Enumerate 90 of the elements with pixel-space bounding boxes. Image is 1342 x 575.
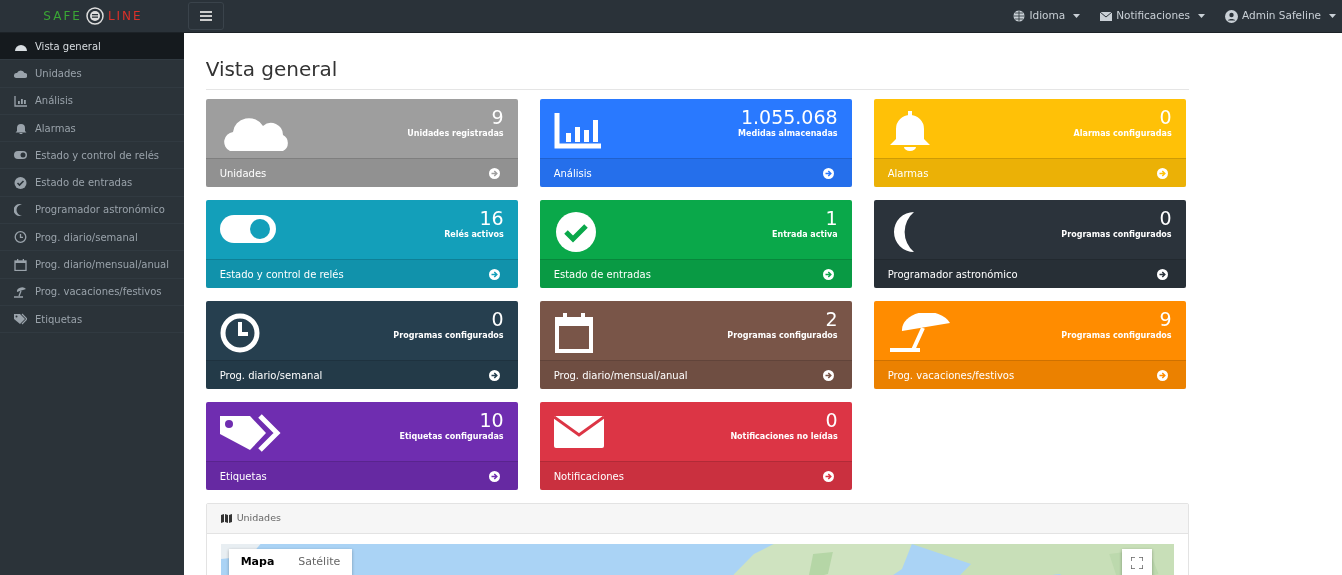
card-link[interactable]: Análisis [539, 158, 852, 187]
map-icon [220, 514, 232, 523]
fullscreen-icon [1131, 557, 1143, 569]
umbrella-icon [14, 285, 27, 298]
sidebar-item[interactable]: Análisis [0, 87, 184, 115]
card-link[interactable]: Prog. vacaciones/festivos [873, 360, 1186, 389]
stat-caption: Programas configurados [727, 329, 838, 342]
stat-caption: Medidas almacenadas [738, 127, 838, 140]
arrow-circle-icon [822, 470, 834, 482]
tags-icon [14, 313, 27, 326]
check-circle-icon [14, 176, 27, 189]
sidebar-item[interactable]: Etiquetas [0, 305, 184, 334]
stat-value: 10 [478, 410, 504, 431]
sidebar-item[interactable]: Estado de entradas [0, 169, 184, 197]
arrow-circle-icon [1156, 369, 1168, 381]
dropdown-menu-button[interactable]: Idioma [1007, 8, 1087, 24]
stat-value: 0 [1158, 107, 1172, 128]
arrow-circle-icon [488, 167, 500, 179]
map-type-tab[interactable]: Mapa [228, 549, 287, 575]
stat-value: 9 [490, 107, 504, 128]
bar-chart-icon [553, 111, 604, 151]
sidebar-item[interactable]: Estado y control de relés [0, 142, 184, 170]
sidebar-item[interactable]: Prog. diario/mensual/anual [0, 251, 184, 279]
card-link[interactable]: Etiquetas [205, 461, 518, 490]
clock-icon [14, 231, 27, 244]
caret-icon [1329, 14, 1336, 18]
card-link[interactable]: Prog. diario/mensual/anual [539, 360, 852, 389]
stat-value: 1.055.068 [739, 107, 838, 128]
card-link[interactable]: Estado de entradas [539, 259, 852, 288]
arrow-circle-icon [1156, 268, 1168, 280]
user-icon [1225, 9, 1238, 23]
stat-value: 0 [490, 309, 504, 330]
sidebar-item[interactable]: Unidades [0, 60, 184, 88]
envelope-icon [1100, 11, 1113, 21]
toggle-icon [14, 149, 27, 162]
map-type-tab[interactable]: Satélite [286, 549, 353, 575]
stat-value: 2 [824, 309, 838, 330]
globe-icon [1013, 10, 1026, 22]
card-link[interactable]: Notificaciones [539, 461, 852, 490]
caret-icon [1198, 14, 1205, 18]
arrow-circle-icon [822, 369, 834, 381]
panel-title: Unidades [236, 511, 281, 526]
stat-value: 1 [824, 208, 838, 229]
toggle-icon [219, 212, 278, 246]
stat-caption: Relés activos [444, 228, 504, 241]
sidebar-item[interactable]: Alarmas [0, 114, 184, 143]
card-link[interactable]: Prog. diario/semanal [205, 360, 518, 389]
sidebar-item[interactable]: Prog. vacaciones/festivos [0, 278, 184, 306]
stat-value: 9 [1158, 309, 1172, 330]
brand-text: LINE [107, 8, 143, 25]
check-circle-icon [553, 212, 598, 252]
stat-caption: Programas configurados [1061, 329, 1172, 342]
arrow-circle-icon [822, 167, 834, 179]
sidebar-item[interactable]: Vista general [0, 33, 184, 61]
bell-icon [14, 122, 27, 135]
card-link[interactable]: Estado y control de relés [205, 259, 518, 288]
sidebar-item[interactable]: Prog. diario/semanal [0, 224, 184, 252]
stat-caption: Programas configurados [1061, 228, 1172, 241]
envelope-icon [553, 414, 604, 450]
page-title: Vista general [205, 57, 1189, 90]
chart-icon [14, 94, 27, 107]
menu-button[interactable] [188, 2, 224, 30]
arrow-circle-icon [1156, 167, 1168, 179]
arrow-circle-icon [488, 369, 500, 381]
stat-caption: Alarmas configuradas [1073, 127, 1172, 140]
stat-value: 0 [824, 410, 838, 431]
stat-caption: Unidades registradas [407, 127, 504, 140]
stat-caption: Etiquetas configuradas [399, 430, 504, 443]
fullscreen-button[interactable] [1122, 549, 1152, 575]
stat-value: 0 [1158, 208, 1172, 229]
arrow-circle-icon [488, 268, 500, 280]
dropdown-menu-button[interactable]: Admin Safeline [1219, 8, 1342, 24]
brand-text: SAFE [43, 8, 82, 25]
stat-value: 16 [478, 208, 504, 229]
card-link[interactable]: Programador astronómico [873, 259, 1186, 288]
cloud-icon [14, 67, 27, 80]
arrow-circle-icon [822, 268, 834, 280]
stat-caption: Programas configurados [393, 329, 504, 342]
clock-icon [219, 313, 260, 353]
caret-icon [1073, 14, 1081, 18]
menu-icon [200, 11, 212, 21]
sidebar-item[interactable]: Programador astronómico [0, 196, 184, 225]
arrow-circle-icon [488, 470, 500, 482]
calendar-icon [553, 313, 594, 353]
card-link[interactable]: Unidades [205, 158, 518, 187]
logo-icon [85, 7, 104, 25]
stat-caption: Notificaciones no leídas [730, 430, 838, 443]
stat-caption: Entrada activa [772, 228, 838, 241]
dropdown-menu-button[interactable]: Notificaciones [1094, 8, 1211, 24]
calendar-icon [14, 258, 27, 271]
